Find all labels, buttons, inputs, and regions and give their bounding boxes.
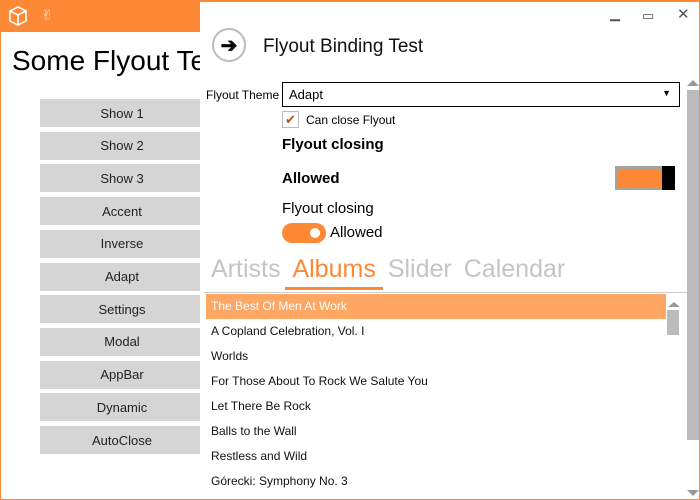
closing-toggle-switch[interactable] [282, 223, 326, 243]
list-item[interactable]: A Copland Celebration, Vol. I [206, 319, 666, 344]
button-inverse[interactable]: Inverse [40, 229, 210, 258]
can-close-label[interactable]: Can close Flyout [306, 113, 395, 127]
theme-label: Flyout Theme [206, 88, 280, 102]
button-appbar[interactable]: AppBar [40, 360, 210, 389]
maximize-button[interactable]: ▭ [642, 8, 654, 24]
button-show-3[interactable]: Show 3 [40, 164, 210, 193]
main-title: Some Flyout Te [12, 45, 207, 76]
list-scroll-up-button[interactable] [668, 302, 680, 307]
list-item[interactable]: Worlds [206, 344, 666, 369]
minimize-button[interactable]: ▁ [610, 6, 620, 22]
list-item[interactable]: Górecki: Symphony No. 3 [206, 469, 666, 494]
chevron-down-icon: ▼ [662, 88, 671, 98]
toggle-knob [662, 166, 675, 190]
checkmark-icon: ✔ [285, 111, 296, 127]
button-autoclose[interactable]: AutoClose [40, 426, 210, 454]
tab-artists[interactable]: Artists [210, 255, 281, 284]
close-button[interactable]: ✕ [677, 5, 690, 23]
button-show-2[interactable]: Show 2 [40, 131, 210, 160]
victory-hand-icon[interactable]: ✌ [41, 6, 54, 24]
list-item[interactable]: Let There Be Rock [206, 394, 666, 419]
closing-value: Allowed [282, 170, 340, 187]
button-modal[interactable]: Modal [40, 327, 210, 356]
flyout-title: Flyout Binding Test [263, 36, 424, 57]
tab-bar: Artists Albums Slider Calendar [210, 255, 566, 290]
scroll-down-button[interactable] [687, 490, 699, 496]
flyout-panel: ▁ ▭ ✕ ➔ Flyout Binding Test Flyout Theme… [200, 2, 699, 499]
closing-header: Flyout closing [282, 136, 384, 153]
list-scrollbar-thumb[interactable] [667, 310, 679, 335]
closing-label: Flyout closing [282, 200, 374, 217]
button-adapt[interactable]: Adapt [40, 262, 210, 291]
divider [204, 292, 688, 293]
album-list: The Best Of Men At Work A Copland Celebra… [206, 294, 666, 494]
button-show-1[interactable]: Show 1 [40, 99, 210, 127]
tab-slider[interactable]: Slider [387, 255, 453, 284]
list-item[interactable]: Balls to the Wall [206, 419, 666, 444]
tab-calendar[interactable]: Calendar [463, 255, 566, 284]
button-accent[interactable]: Accent [40, 197, 210, 226]
toggle-knob [310, 228, 320, 238]
list-item[interactable]: The Best Of Men At Work [206, 294, 666, 319]
list-item[interactable]: Restless and Wild [206, 444, 666, 469]
scrollbar-thumb[interactable] [687, 90, 699, 440]
list-item[interactable]: For Those About To Rock We Salute You [206, 369, 666, 394]
button-settings[interactable]: Settings [40, 295, 210, 324]
button-dynamic[interactable]: Dynamic [40, 393, 210, 422]
cube-icon[interactable] [7, 5, 29, 31]
toggle-label: Allowed [330, 224, 383, 241]
back-button[interactable]: ➔ [212, 28, 246, 62]
theme-value: Adapt [289, 87, 323, 102]
tab-albums[interactable]: Albums [285, 255, 384, 290]
scroll-up-button[interactable] [687, 80, 699, 86]
can-close-checkbox[interactable]: ✔ [282, 111, 299, 128]
theme-select[interactable]: Adapt ▼ [282, 82, 680, 107]
closing-toggle[interactable] [615, 166, 675, 190]
arrow-right-icon: ➔ [220, 34, 238, 57]
